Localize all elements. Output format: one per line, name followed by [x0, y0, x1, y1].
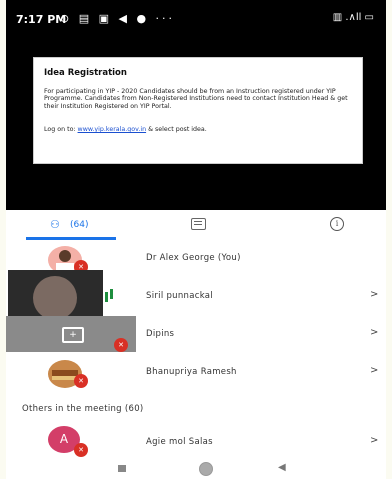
participant-row[interactable]: Dipins >: [6, 316, 386, 354]
phone-frame: 7:17 PM ⊙ ▤ ▣ ◀ ● ··· ▥ .∧ll ▭ Idea Regi…: [0, 0, 392, 479]
people-count: (64): [70, 220, 89, 230]
presented-slide: Idea Registration For participating in Y…: [33, 57, 363, 164]
participant-name: Dr Alex George (You): [146, 253, 241, 263]
people-icon: ⚇: [50, 218, 60, 231]
recents-icon[interactable]: [118, 465, 126, 472]
chat-icon: [191, 218, 206, 230]
participant-name: Dipins: [146, 329, 175, 339]
slide-link-line: Log on to: www.yip.kerala.gov.in & selec…: [44, 126, 207, 133]
status-bar: 7:17 PM ⊙ ▤ ▣ ◀ ● ··· ▥ .∧ll ▭: [6, 0, 386, 40]
participant-name: Agie mol Salas: [146, 437, 213, 447]
slide-body: For participating in YIP - 2020 Candidat…: [44, 88, 348, 110]
participant-name: Siril punnackal: [146, 291, 213, 301]
meeting-tabs: ⚇ (64) i: [6, 210, 386, 240]
status-time: 7:17 PM: [16, 13, 67, 26]
slide-link[interactable]: www.yip.kerala.gov.in: [78, 126, 147, 133]
signal-battery-icons: ▥ .∧ll ▭: [332, 12, 374, 23]
tab-info[interactable]: i: [260, 210, 386, 240]
tab-people[interactable]: ⚇ (64): [6, 210, 132, 240]
chevron-right-icon[interactable]: >: [370, 365, 378, 376]
slide-link-prefix: Log on to:: [44, 126, 78, 133]
slide-title: Idea Registration: [44, 68, 127, 78]
back-icon[interactable]: ◀: [278, 462, 286, 473]
meet-screen: 7:17 PM ⊙ ▤ ▣ ◀ ● ··· ▥ .∧ll ▭ Idea Regi…: [6, 0, 386, 479]
mic-off-icon: ✕: [74, 374, 88, 388]
participant-name: Bhanupriya Ramesh: [146, 367, 237, 377]
notification-icons: ⊙ ▤ ▣ ◀ ● ···: [60, 12, 176, 25]
chevron-right-icon[interactable]: >: [370, 327, 378, 338]
participant-row[interactable]: Siril punnackal >: [6, 278, 386, 316]
chevron-right-icon[interactable]: >: [370, 289, 378, 300]
chevron-right-icon[interactable]: >: [370, 435, 378, 446]
android-nav-bar: ◀: [6, 459, 386, 479]
slide-link-suffix: & select post idea.: [146, 126, 207, 133]
participant-row[interactable]: Agie mol Salas >: [6, 424, 386, 462]
tab-chat[interactable]: [133, 210, 259, 240]
others-section-label: Others in the meeting (60): [22, 404, 144, 414]
info-icon: i: [330, 217, 344, 231]
home-icon[interactable]: [199, 462, 213, 476]
participant-row[interactable]: ✕ Bhanupriya Ramesh >: [6, 354, 386, 392]
